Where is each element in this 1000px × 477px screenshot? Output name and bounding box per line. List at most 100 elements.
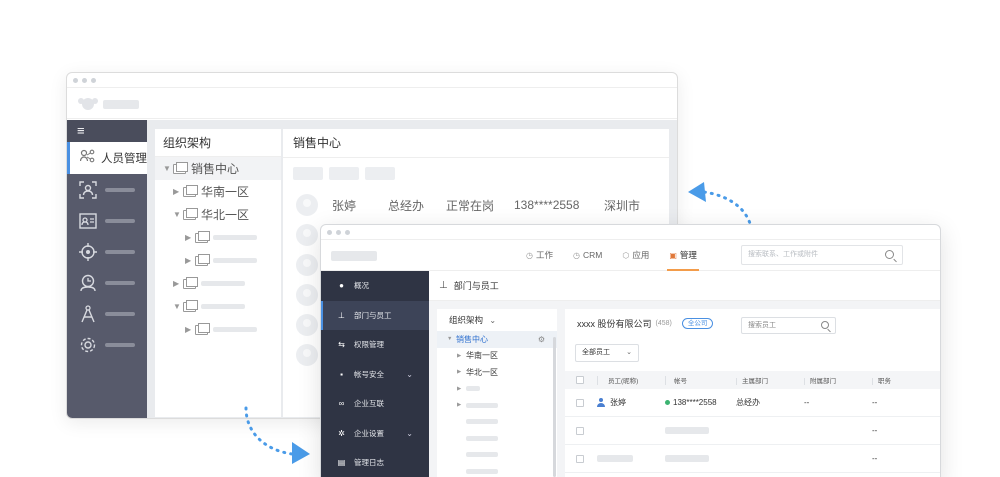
folder-icon xyxy=(195,253,210,266)
front-window: ◷ 工作 ◷ CRM ⬡ 应用 ▣ 管理 搜索联系、工作或附件 ● 概况 ⊥ 部… xyxy=(320,224,941,477)
window-dot[interactable] xyxy=(82,77,87,83)
sidebar-item-enterprise-settings[interactable]: ✲ 企业设置 ⌄ xyxy=(321,419,429,449)
caret-right-icon[interactable]: ▶ xyxy=(457,353,466,359)
sidebar-item[interactable] xyxy=(67,236,147,267)
caret-right-icon[interactable]: ▶ xyxy=(173,279,183,288)
select-all-checkbox[interactable] xyxy=(576,376,584,384)
column-label: 职务 xyxy=(878,378,891,385)
scope-badge[interactable]: 全公司 xyxy=(681,317,714,329)
tree-node[interactable] xyxy=(437,447,557,464)
tree-node-south-china[interactable]: ▶ 华南一区 xyxy=(155,180,281,203)
tree-node-north-china[interactable]: ▶ 华北一区 xyxy=(437,364,557,381)
tree-node[interactable]: ▶ xyxy=(155,272,281,295)
column-header[interactable]: 附属部门 xyxy=(804,375,872,385)
caret-right-icon[interactable]: ▶ xyxy=(457,386,466,392)
person-city: 深圳市 xyxy=(604,198,641,213)
window-dot[interactable] xyxy=(336,229,341,235)
table-row[interactable]: -- xyxy=(565,445,940,473)
tree-node[interactable]: ▶ xyxy=(437,397,557,414)
tree-node-placeholder xyxy=(466,435,498,441)
log-icon: ▤ xyxy=(337,458,346,468)
search-placeholder: 搜索联系、工作或附件 xyxy=(748,251,818,258)
tree-node-sales-center[interactable]: ▼ 销售中心 ⚙ xyxy=(437,331,557,348)
sidebar-item[interactable] xyxy=(67,205,147,236)
hamburger-icon[interactable]: ≡ xyxy=(67,120,147,142)
scrollbar[interactable] xyxy=(553,337,556,477)
sidebar-item[interactable] xyxy=(67,174,147,205)
tree-node[interactable] xyxy=(437,463,557,477)
tree-node-placeholder xyxy=(201,304,245,309)
sidebar-item-account-security[interactable]: ▪ 帐号安全 ⌄ xyxy=(321,360,429,390)
org-tree-dropdown[interactable]: 组织架构 ⌄ xyxy=(437,309,557,331)
nav-apps[interactable]: ⬡ 应用 xyxy=(622,240,649,271)
sidebar-item-label: 管理日志 xyxy=(354,458,384,468)
tree-node[interactable] xyxy=(437,414,557,431)
column-header[interactable]: 员工(昵称) xyxy=(597,375,665,385)
sidebar-item-overview[interactable]: ● 概况 xyxy=(321,271,429,301)
employee-search-input[interactable]: 搜索员工 xyxy=(741,317,836,334)
caret-down-icon[interactable]: ▼ xyxy=(173,210,183,219)
gear-icon[interactable]: ⚙ xyxy=(538,335,545,344)
tree-node[interactable]: ▶ xyxy=(155,318,281,341)
sidebar-item[interactable] xyxy=(67,329,147,360)
global-search-input[interactable]: 搜索联系、工作或附件 xyxy=(741,245,903,265)
tab-placeholder[interactable] xyxy=(365,167,395,180)
window-dot[interactable] xyxy=(327,229,332,235)
sidebar-item-management-log[interactable]: ▤ 管理日志 xyxy=(321,448,429,477)
row-checkbox[interactable] xyxy=(576,398,584,407)
window-dot[interactable] xyxy=(91,77,96,83)
window-dot[interactable] xyxy=(73,77,78,83)
caret-right-icon[interactable]: ▶ xyxy=(457,369,466,375)
column-separator xyxy=(665,375,666,385)
column-header[interactable]: 职务 xyxy=(872,375,922,385)
caret-right-icon[interactable]: ▶ xyxy=(185,325,195,334)
employee-name[interactable]: 张婷 xyxy=(610,397,626,408)
nav-work[interactable]: ◷ 工作 xyxy=(526,240,553,271)
caret-right-icon[interactable]: ▶ xyxy=(185,256,195,265)
sidebar-item-permissions[interactable]: ⇆ 权限管理 xyxy=(321,330,429,360)
front-header: ◷ 工作 ◷ CRM ⬡ 应用 ▣ 管理 搜索联系、工作或附件 xyxy=(321,239,940,271)
caret-right-icon[interactable]: ▶ xyxy=(173,187,183,196)
tree-node-north-china[interactable]: ▼ 华北一区 xyxy=(155,203,281,226)
breadcrumb-label: 部门与员工 xyxy=(453,281,499,291)
nav-crm[interactable]: ◷ CRM xyxy=(573,240,602,271)
sidebar-label-placeholder xyxy=(105,249,135,254)
sidebar-item-label: 概况 xyxy=(354,281,369,291)
back-sidebar: ≡ 人员管理 xyxy=(67,120,147,418)
tree-node-south-china[interactable]: ▶ 华南一区 xyxy=(437,348,557,365)
caret-down-icon[interactable]: ▼ xyxy=(447,336,456,342)
tree-node[interactable]: ▶ xyxy=(437,381,557,398)
table-row[interactable]: -- xyxy=(565,417,940,445)
chevron-down-icon[interactable]: ⌄ xyxy=(406,370,413,379)
caret-down-icon[interactable]: ▼ xyxy=(173,302,183,311)
table-row[interactable]: 张婷 138****2558 总经办 -- -- xyxy=(565,389,940,417)
online-status-dot xyxy=(665,400,670,405)
sidebar-item[interactable] xyxy=(67,298,147,329)
tree-node[interactable]: ▶ xyxy=(155,226,281,249)
tab-placeholder[interactable] xyxy=(329,167,359,180)
chevron-down-icon[interactable]: ⌄ xyxy=(406,429,413,438)
tab-placeholder[interactable] xyxy=(293,167,323,180)
nav-manage[interactable]: ▣ 管理 xyxy=(667,240,699,271)
search-icon[interactable] xyxy=(821,321,829,329)
column-header[interactable]: 帐号 xyxy=(665,375,736,385)
tree-node-sales-center[interactable]: ▼ 销售中心 xyxy=(155,157,281,180)
sidebar-item-people-management[interactable]: 人员管理 xyxy=(67,142,147,174)
employee-filter-select[interactable]: 全部员工 ⌄ xyxy=(575,344,639,362)
caret-down-icon[interactable]: ▼ xyxy=(163,164,173,173)
tree-node[interactable] xyxy=(437,430,557,447)
search-icon[interactable] xyxy=(885,250,894,259)
caret-right-icon[interactable]: ▶ xyxy=(185,233,195,242)
tree-node[interactable]: ▼ xyxy=(155,295,281,318)
person-row[interactable]: 张婷 总经办 正常在岗 138****2558 深圳市 xyxy=(283,190,669,220)
column-header[interactable]: 主属部门 xyxy=(736,375,804,385)
sidebar-item-departments[interactable]: ⊥ 部门与员工 xyxy=(321,300,429,330)
cell-placeholder xyxy=(665,455,709,462)
row-checkbox[interactable] xyxy=(576,454,584,463)
row-checkbox[interactable] xyxy=(576,426,584,435)
sidebar-item-enterprise-interconnect[interactable]: ∞ 企业互联 xyxy=(321,389,429,419)
window-dot[interactable] xyxy=(345,229,350,235)
sidebar-item[interactable] xyxy=(67,267,147,298)
tree-node[interactable]: ▶ xyxy=(155,249,281,272)
caret-right-icon[interactable]: ▶ xyxy=(457,402,466,408)
